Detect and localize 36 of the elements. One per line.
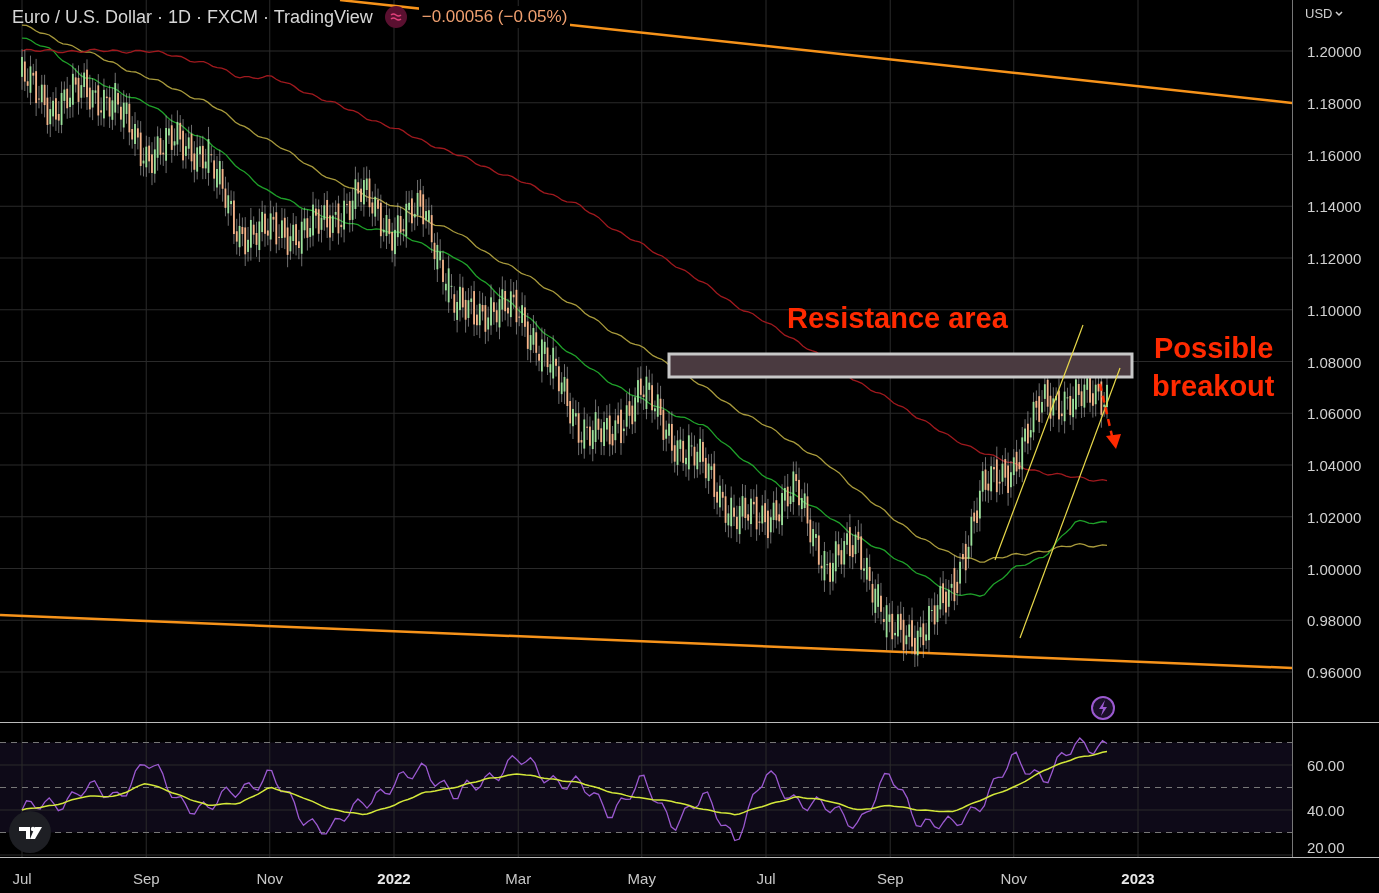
date-label: May [627, 870, 656, 887]
annotation-label: Resistance area [787, 301, 1008, 336]
price-label: 1.02000 [1307, 508, 1362, 526]
symbol-title: Euro / U.S. Dollar · 1D · FXCM · TradingView [12, 6, 373, 28]
price-label: 1.16000 [1307, 146, 1362, 163]
date-label: Mar [505, 870, 532, 887]
price-label: 0.96000 [1307, 663, 1362, 681]
price-label: 1.06000 [1307, 404, 1362, 422]
lightning-icon[interactable] [1091, 696, 1115, 720]
dashed-arrow [1098, 383, 1121, 449]
date-label: Jul [12, 870, 32, 887]
price-label: 1.04000 [1307, 456, 1362, 474]
date-label: Sep [132, 870, 160, 887]
price-label: 0.98000 [1307, 611, 1362, 629]
price-label: 1.14000 [1307, 197, 1362, 215]
price-label: 1.00000 [1307, 560, 1362, 577]
currency-selector[interactable]: USD [1305, 6, 1344, 21]
price-label: 1.12000 [1307, 249, 1362, 267]
price-label: 1.10000 [1307, 301, 1362, 319]
date-label: 2022 [377, 870, 411, 887]
wave-icon[interactable] [384, 6, 407, 28]
date-label: Jul [756, 870, 776, 887]
date-label: Nov [256, 870, 284, 887]
price-change: −0.00056 (−0.05%) [418, 6, 571, 28]
annotation-label: breakout [1152, 369, 1275, 404]
rsi-label: 60.00 [1307, 756, 1345, 774]
rsi-label: 20.00 [1307, 838, 1345, 856]
chevron-icon [1335, 10, 1344, 17]
date-label: Nov [1000, 870, 1028, 887]
price-label: 1.20000 [1307, 42, 1362, 60]
date-label: Sep [876, 870, 904, 887]
rsi-label: 40.00 [1307, 801, 1345, 819]
annotation-label: Possible [1154, 331, 1274, 366]
date-label: 2023 [1121, 870, 1155, 887]
price-label: 1.08000 [1307, 353, 1362, 370]
price-label: 1.18000 [1307, 94, 1362, 112]
